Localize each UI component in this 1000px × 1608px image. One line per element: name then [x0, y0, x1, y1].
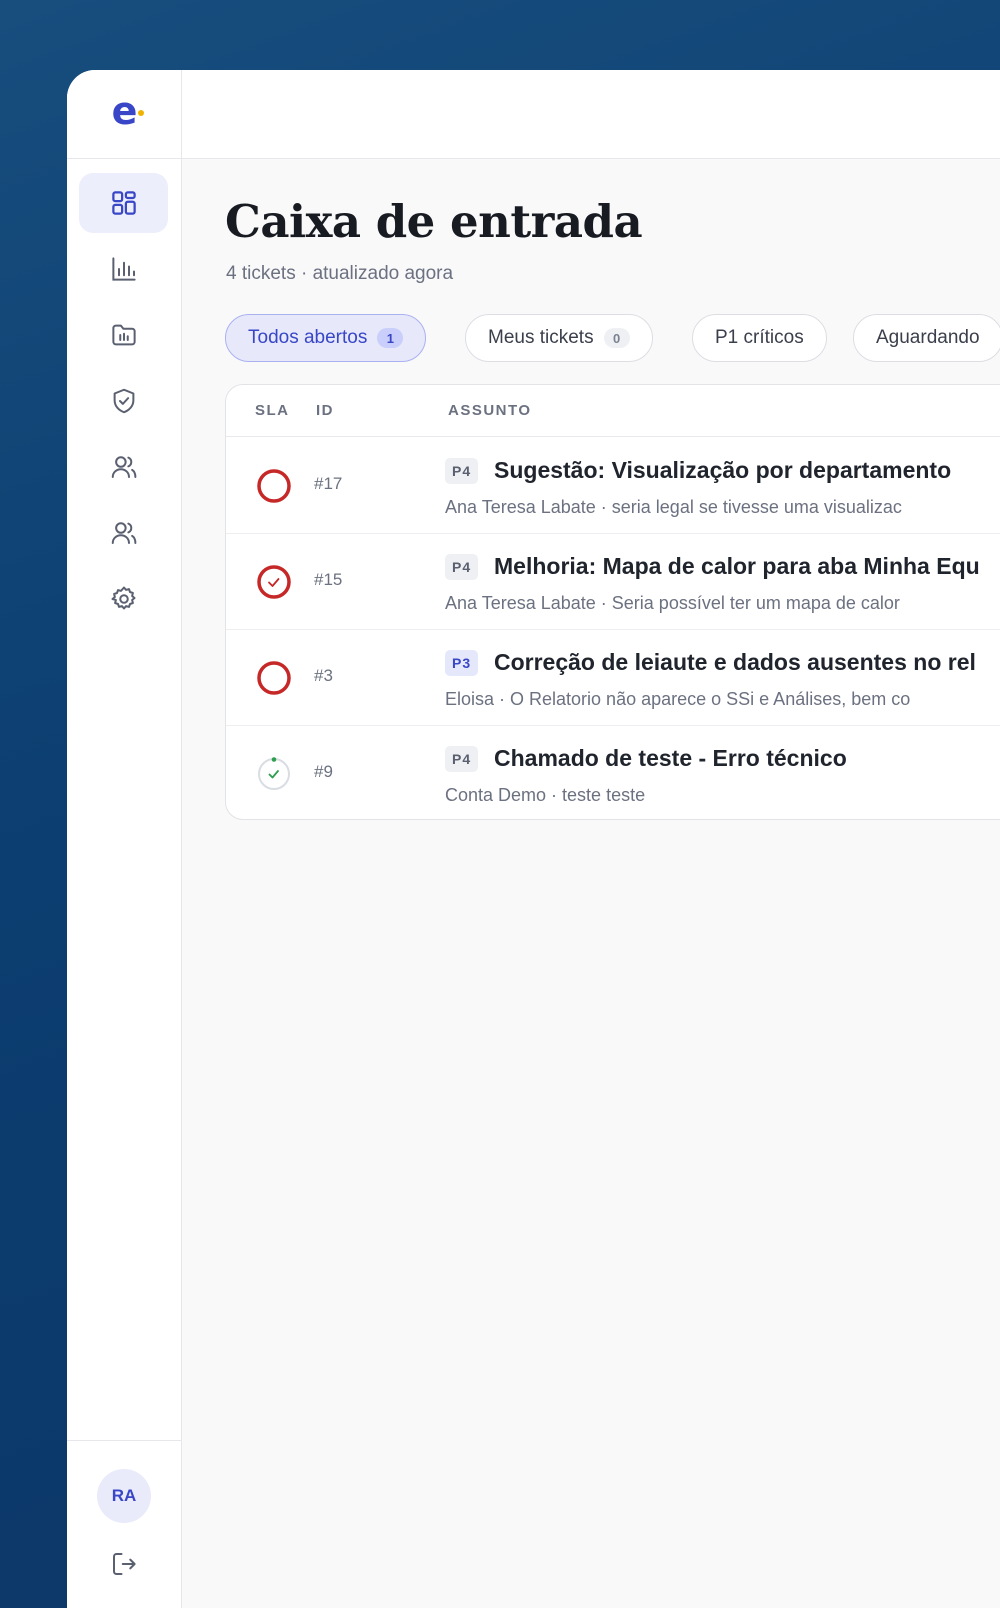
folder-chart-icon	[111, 324, 136, 346]
filter-count: 1	[377, 328, 404, 348]
nav-reports[interactable]	[79, 239, 168, 299]
nav-dashboard[interactable]	[79, 173, 168, 233]
team-icon	[111, 522, 136, 544]
filter-all-open[interactable]: Todos abertos 1	[225, 314, 427, 362]
avatar[interactable]: RA	[97, 1469, 151, 1523]
ticket-id: #3	[314, 666, 333, 685]
ticket-id: #9	[314, 762, 333, 781]
priority-badge: P4	[445, 554, 479, 580]
logo-area: e	[67, 70, 182, 159]
page-title: Caixa de entrada	[225, 195, 643, 248]
table-header: SLA ID ASSUNTO	[226, 385, 1000, 437]
sla-status-icon	[258, 757, 290, 790]
sla-status-icon	[257, 469, 291, 503]
table-row[interactable]: #3 P3 Correção de leiaute e dados ausent…	[226, 630, 1000, 726]
bar-chart-icon	[111, 257, 136, 281]
gear-icon	[111, 586, 135, 610]
filter-p1-critical[interactable]: P1 críticos	[692, 314, 827, 362]
nav-security[interactable]	[79, 371, 168, 431]
ticket-preview: Ana Teresa Labate · Seria possível ter u…	[445, 593, 900, 613]
avatar-initials: RA	[111, 1486, 137, 1505]
filter-label: Todos abertos	[248, 327, 368, 348]
sidebar: e RA	[67, 70, 182, 1608]
filter-my-tickets[interactable]: Meus tickets 0	[465, 314, 653, 362]
nav-users[interactable]	[79, 437, 168, 497]
ticket-subject: Melhoria: Mapa de calor para aba Minha E…	[494, 553, 980, 579]
column-id[interactable]: ID	[316, 402, 334, 419]
priority-badge: P4	[445, 746, 479, 772]
filter-label: Meus tickets	[488, 327, 594, 348]
tickets-table: SLA ID ASSUNTO #17 P4 Sugestão: Visualiz…	[225, 384, 1000, 820]
ticket-preview: Ana Teresa Labate · seria legal se tives…	[445, 497, 902, 517]
filter-label: P1 críticos	[715, 327, 804, 348]
ticket-id: #15	[314, 570, 343, 589]
ticket-preview: Eloisa · O Relatorio não aparece o SSi e…	[445, 689, 911, 709]
app-window: e RA Caixa de entrada 4 tickets · atuali…	[67, 70, 1000, 1608]
shield-check-icon	[113, 388, 134, 414]
table-row[interactable]: #15 P4 Melhoria: Mapa de calor para aba …	[226, 534, 1000, 630]
table-row[interactable]: #17 P4 Sugestão: Visualização por depart…	[226, 438, 1000, 534]
filter-count: 0	[603, 328, 630, 348]
priority-badge: P3	[445, 650, 479, 676]
ticket-subject: Correção de leiaute e dados ausentes no …	[494, 649, 976, 675]
column-sla[interactable]: SLA	[255, 402, 290, 419]
priority-badge: P4	[445, 458, 479, 484]
users-icon	[111, 456, 136, 478]
filter-label: Aguardando	[876, 327, 980, 348]
dashboard-icon	[111, 191, 136, 215]
nav-projects[interactable]	[79, 305, 168, 365]
ticket-subject: Sugestão: Visualização por departamento	[494, 457, 952, 483]
ticket-preview: Conta Demo · teste teste	[445, 785, 646, 805]
filter-waiting[interactable]: Aguardando	[853, 314, 1000, 362]
sla-status-icon	[257, 565, 291, 599]
brand-logo[interactable]: e	[112, 92, 145, 130]
logout-icon[interactable]	[109, 1549, 139, 1579]
main-content: Caixa de entrada 4 tickets · atualizado …	[225, 159, 1000, 1608]
top-bar	[182, 70, 1000, 159]
nav-settings[interactable]	[79, 569, 168, 629]
sla-status-icon	[257, 661, 291, 695]
logo-dot	[138, 110, 145, 116]
ticket-id: #17	[314, 474, 343, 493]
column-subject[interactable]: ASSUNTO	[448, 402, 532, 419]
sidebar-footer: RA	[67, 1440, 182, 1608]
table-row[interactable]: #9 P4 Chamado de teste - Erro técnico Co…	[226, 726, 1000, 819]
page-subtitle: 4 tickets · atualizado agora	[226, 263, 454, 284]
ticket-subject: Chamado de teste - Erro técnico	[494, 745, 847, 771]
nav-team[interactable]	[79, 503, 168, 563]
